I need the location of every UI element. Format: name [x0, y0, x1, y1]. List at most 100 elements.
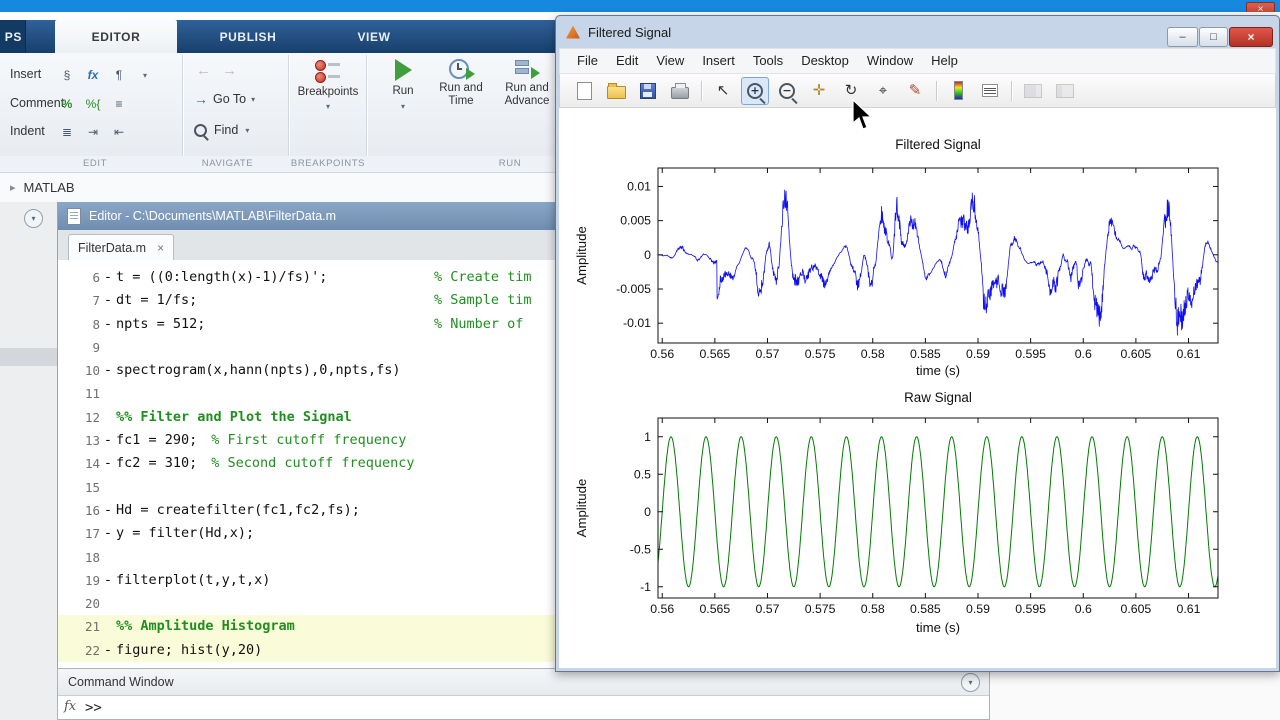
editor-tab-filterdata[interactable]: FilterData.m ×	[68, 234, 174, 260]
svg-text:0.595: 0.595	[1015, 602, 1046, 616]
toolbar-separator	[936, 81, 937, 101]
code-line-11[interactable]: 11	[58, 382, 561, 405]
code-line-16[interactable]: 16-Hd = createfilter(fc1,fc2,fs);	[58, 499, 561, 522]
menu-view[interactable]: View	[647, 49, 693, 73]
svg-text:0.61: 0.61	[1177, 347, 1201, 361]
svg-text:0.56: 0.56	[650, 347, 674, 361]
print-figure-icon[interactable]	[666, 77, 694, 105]
find-button[interactable]: Find ▾	[194, 123, 249, 137]
run-button[interactable]: Run ▾	[380, 59, 426, 111]
code-statement: filterplot(t,y,t,x)	[116, 572, 270, 588]
code-line-10[interactable]: 10-spectrogram(x,hann(npts),0,npts,fs)	[58, 359, 561, 382]
command-window-header[interactable]: Command Window ▾	[58, 669, 989, 696]
new-figure-icon[interactable]	[570, 77, 598, 105]
command-window[interactable]: Command Window ▾ fx >>	[57, 668, 990, 720]
figure-window[interactable]: Filtered Signal – □ × FileEditViewInsert…	[555, 15, 1280, 672]
code-line-8[interactable]: 8-npts = 512;% Number of	[58, 313, 561, 336]
code-line-20[interactable]: 20	[58, 592, 561, 615]
svg-text:0: 0	[644, 248, 651, 262]
code-line-18[interactable]: 18	[58, 546, 561, 569]
toolbar-separator	[1011, 81, 1012, 101]
menu-window[interactable]: Window	[858, 49, 922, 73]
insert-legend-icon[interactable]	[976, 77, 1004, 105]
line-exec-dash: -	[100, 569, 116, 592]
insert-block-icon[interactable]: ¶	[108, 64, 130, 86]
section-label-navigate: NAVIGATE	[180, 158, 275, 169]
smart-indent-icon[interactable]: ≣	[56, 121, 78, 143]
menu-desktop[interactable]: Desktop	[792, 49, 858, 73]
code-line-21[interactable]: 21%% Amplitude Histogram	[58, 615, 561, 638]
code-line-6[interactable]: 6-t = ((0:length(x)-1)/fs)';% Create tim	[58, 266, 561, 289]
insert-fx-icon[interactable]: fx	[82, 64, 104, 86]
wrap-comment-icon[interactable]: ≡	[108, 93, 130, 115]
edit-plot-icon[interactable]: ↖	[709, 77, 737, 105]
block-comment-icon[interactable]: %{	[82, 93, 104, 115]
breadcrumb-arrow-icon: ▸	[10, 181, 16, 194]
menu-insert[interactable]: Insert	[693, 49, 744, 73]
code-line-17[interactable]: 17-y = filter(Hd,x);	[58, 522, 561, 545]
insert-section-icon[interactable]: §	[56, 64, 78, 86]
pan-icon[interactable]: ✛	[805, 77, 833, 105]
forward-icon[interactable]: →	[222, 62, 237, 79]
code-lines[interactable]: 6-t = ((0:length(x)-1)/fs)';% Create tim…	[58, 260, 561, 668]
run-and-time-button[interactable]: Run and Time	[432, 59, 490, 108]
figure-titlebar[interactable]: Filtered Signal – □ ×	[556, 16, 1279, 48]
comment-icon[interactable]: %	[56, 93, 78, 115]
menu-help[interactable]: Help	[922, 49, 967, 73]
svg-text:0.56: 0.56	[650, 602, 674, 616]
menu-file[interactable]: File	[568, 49, 607, 73]
breakpoints-button[interactable]: Breakpoints ▾	[296, 59, 360, 111]
command-prompt[interactable]: >>	[85, 700, 102, 716]
code-line-22[interactable]: 22-figure; hist(y,20)	[58, 639, 561, 662]
editor-titlebar[interactable]: Editor - C:\Documents\MATLAB\FilterData.…	[58, 202, 561, 230]
insert-dropdown-icon[interactable]: ▾	[134, 64, 156, 86]
breakpoints-icon	[314, 59, 342, 83]
indent-left-icon[interactable]: ⇤	[108, 121, 130, 143]
toolstrip-tab-view[interactable]: VIEW	[318, 20, 430, 53]
run-and-advance-button[interactable]: Run and Advance	[496, 59, 558, 108]
save-figure-icon[interactable]	[634, 77, 662, 105]
toolstrip-tab-editor[interactable]: EDITOR	[55, 20, 177, 53]
close-button[interactable]: ×	[1229, 27, 1273, 47]
figure-canvas[interactable]: 0.560.5650.570.5750.580.5850.590.5950.60…	[559, 108, 1276, 668]
code-text	[116, 546, 561, 569]
svg-text:Amplitude: Amplitude	[574, 226, 589, 285]
zoom-out-icon[interactable]: −	[773, 77, 801, 105]
code-line-13[interactable]: 13-fc1 = 290;% First cutoff frequency	[58, 429, 561, 452]
back-icon[interactable]: ←	[196, 62, 211, 79]
svg-text:0.575: 0.575	[805, 347, 836, 361]
minimize-button[interactable]: –	[1167, 27, 1198, 47]
tab-close-icon[interactable]: ×	[157, 241, 164, 255]
toolstrip-tab-publish[interactable]: PUBLISH	[185, 20, 311, 53]
toolstrip-tab-ps[interactable]: PS	[0, 20, 26, 53]
svg-text:time (s): time (s)	[916, 620, 960, 635]
menu-edit[interactable]: Edit	[607, 49, 647, 73]
zoom-in-icon[interactable]: +	[741, 77, 769, 105]
fx-indicator[interactable]: fx	[64, 699, 76, 714]
svg-text:0.565: 0.565	[699, 347, 730, 361]
maximize-button[interactable]: □	[1199, 27, 1228, 47]
indent-right-icon[interactable]: ⇥	[82, 121, 104, 143]
code-text: t = ((0:length(x)-1)/fs)';% Create tim	[116, 266, 561, 289]
brush-icon[interactable]: ✎	[901, 77, 929, 105]
open-file-icon[interactable]	[602, 77, 630, 105]
menu-tools[interactable]: Tools	[744, 49, 792, 73]
code-line-14[interactable]: 14-fc2 = 310;% Second cutoff frequency	[58, 452, 561, 475]
svg-text:-1: -1	[640, 580, 651, 594]
insert-colorbar-icon[interactable]	[944, 77, 972, 105]
line-number: 21	[58, 615, 100, 638]
panel-actions-button[interactable]: ▾	[961, 673, 980, 692]
code-line-19[interactable]: 19-filterplot(t,y,t,x)	[58, 569, 561, 592]
plot-filtered-signal: 0.560.5650.570.5750.580.5850.590.5950.60…	[574, 137, 1218, 378]
code-line-15[interactable]: 15	[58, 476, 561, 499]
code-line-12[interactable]: 12%% Filter and Plot the Signal	[58, 406, 561, 429]
breadcrumb[interactable]: ▸ MATLAB	[0, 173, 560, 203]
section-label-run: RUN	[455, 158, 565, 169]
code-line-7[interactable]: 7-dt = 1/fs;% Sample tim	[58, 289, 561, 312]
code-line-9[interactable]: 9	[58, 336, 561, 359]
panel-item[interactable]	[0, 348, 57, 366]
panel-actions-button[interactable]: ▾	[24, 209, 43, 228]
svg-text:0.6: 0.6	[1075, 602, 1092, 616]
find-icon	[194, 124, 207, 137]
goto-button[interactable]: → Go To ▾	[194, 91, 255, 107]
